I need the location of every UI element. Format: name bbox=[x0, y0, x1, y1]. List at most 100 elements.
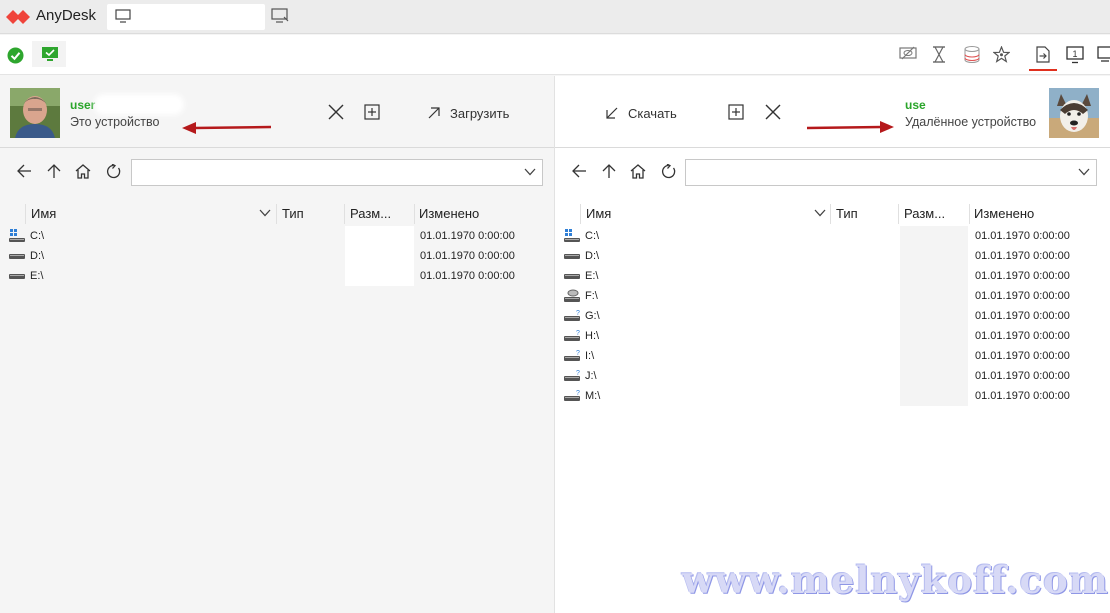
display-number: 1 bbox=[1072, 49, 1077, 59]
file-name: H:\ bbox=[585, 330, 600, 342]
monitor-icon bbox=[115, 9, 131, 23]
remote-file-list: C:\ 01.01.1970 0:00:00 D:\ 01.01.1970 0:00:… bbox=[555, 226, 1110, 406]
chevron-down-icon[interactable] bbox=[524, 168, 536, 176]
home-icon[interactable] bbox=[630, 164, 646, 179]
file-modified: 01.01.1970 0:00:00 bbox=[975, 310, 1070, 322]
column-type[interactable]: Тип bbox=[282, 206, 304, 221]
local-path-input[interactable] bbox=[131, 159, 543, 186]
local-nav-bar bbox=[0, 158, 554, 188]
new-folder-icon[interactable] bbox=[728, 104, 744, 120]
file-modified: 01.01.1970 0:00:00 bbox=[975, 350, 1070, 362]
svg-text:?: ? bbox=[576, 330, 580, 337]
file-name: J:\ bbox=[585, 370, 597, 382]
display-icon[interactable] bbox=[1097, 46, 1110, 62]
close-icon[interactable] bbox=[328, 104, 344, 120]
local-pane: user Это устройство Загрузить Имя Тип Ра… bbox=[0, 76, 554, 613]
file-transfer-icon[interactable] bbox=[1035, 46, 1051, 63]
file-modified: 01.01.1970 0:00:00 bbox=[420, 230, 515, 242]
file-row[interactable]: F:\ 01.01.1970 0:00:00 bbox=[555, 286, 1110, 306]
local-device-label: Это устройство bbox=[70, 115, 160, 129]
remote-device-name: use bbox=[905, 98, 926, 112]
file-row[interactable]: ? H:\ 01.01.1970 0:00:00 bbox=[555, 326, 1110, 346]
chevron-down-icon[interactable] bbox=[814, 209, 826, 217]
hide-privacy-icon[interactable] bbox=[899, 46, 917, 62]
file-modified: 01.01.1970 0:00:00 bbox=[975, 330, 1070, 342]
svg-text:?: ? bbox=[576, 350, 580, 357]
file-row[interactable]: E:\ 01.01.1970 0:00:00 bbox=[0, 266, 554, 286]
cd-drive-icon bbox=[564, 289, 580, 302]
app-title: AnyDesk bbox=[36, 7, 97, 24]
local-file-list: C:\ 01.01.1970 0:00:00 D:\ 01.01.1970 0:00:… bbox=[0, 226, 554, 286]
column-size[interactable]: Разм... bbox=[904, 206, 945, 221]
session-tab[interactable] bbox=[107, 4, 265, 30]
file-name: E:\ bbox=[30, 270, 44, 282]
file-row[interactable]: ? M:\ 01.01.1970 0:00:00 bbox=[555, 386, 1110, 406]
upload-icon[interactable] bbox=[427, 106, 441, 120]
file-name: F:\ bbox=[585, 290, 598, 302]
column-name[interactable]: Имя bbox=[586, 206, 611, 221]
annotation-arrow-icon bbox=[806, 121, 894, 133]
file-row[interactable]: D:\ 01.01.1970 0:00:00 bbox=[555, 246, 1110, 266]
hard-drive-icon bbox=[564, 274, 580, 279]
active-tool-indicator bbox=[1029, 69, 1057, 71]
column-modified[interactable]: Изменено bbox=[419, 206, 479, 221]
upload-button[interactable]: Загрузить bbox=[450, 106, 509, 121]
local-device-header: user Это устройство Загрузить bbox=[0, 76, 554, 148]
refresh-icon[interactable] bbox=[661, 164, 676, 179]
column-type[interactable]: Тип bbox=[836, 206, 858, 221]
file-modified: 01.01.1970 0:00:00 bbox=[420, 250, 515, 262]
new-folder-icon[interactable] bbox=[364, 104, 380, 120]
file-row[interactable]: ? J:\ 01.01.1970 0:00:00 bbox=[555, 366, 1110, 386]
annotation-arrow-icon bbox=[182, 122, 272, 134]
refresh-icon[interactable] bbox=[106, 164, 121, 179]
home-icon[interactable] bbox=[75, 164, 91, 179]
chevron-down-icon[interactable] bbox=[259, 209, 271, 217]
file-modified: 01.01.1970 0:00:00 bbox=[420, 270, 515, 282]
file-modified: 01.01.1970 0:00:00 bbox=[975, 270, 1070, 282]
local-device-name: user bbox=[70, 98, 96, 112]
remote-screen-button[interactable] bbox=[32, 41, 66, 67]
column-size[interactable]: Разм... bbox=[350, 206, 391, 221]
remote-path-input[interactable] bbox=[685, 159, 1097, 186]
file-modified: 01.01.1970 0:00:00 bbox=[975, 370, 1070, 382]
file-row[interactable]: ? G:\ 01.01.1970 0:00:00 bbox=[555, 306, 1110, 326]
back-arrow-icon[interactable] bbox=[572, 164, 587, 178]
download-icon[interactable] bbox=[605, 106, 619, 120]
file-modified: 01.01.1970 0:00:00 bbox=[975, 290, 1070, 302]
chevron-down-icon[interactable] bbox=[1078, 168, 1090, 176]
anydesk-logo-icon bbox=[6, 10, 30, 24]
title-bar: AnyDesk bbox=[0, 0, 1110, 34]
up-arrow-icon[interactable] bbox=[47, 164, 61, 179]
new-tab-monitor-icon[interactable] bbox=[271, 8, 289, 24]
file-row[interactable]: E:\ 01.01.1970 0:00:00 bbox=[555, 266, 1110, 286]
file-row[interactable]: ? I:\ 01.01.1970 0:00:00 bbox=[555, 346, 1110, 366]
windows-drive-icon bbox=[564, 229, 580, 242]
monitor-green-icon bbox=[42, 47, 58, 61]
column-modified[interactable]: Изменено bbox=[974, 206, 1034, 221]
file-modified: 01.01.1970 0:00:00 bbox=[975, 230, 1070, 242]
database-icon[interactable] bbox=[964, 46, 980, 63]
hourglass-icon[interactable] bbox=[932, 46, 946, 63]
display-1-icon[interactable]: 1 bbox=[1066, 46, 1084, 64]
back-arrow-icon[interactable] bbox=[17, 164, 32, 178]
unknown-drive-icon: ? bbox=[564, 330, 580, 341]
file-name: C:\ bbox=[30, 230, 45, 242]
file-name: D:\ bbox=[30, 250, 45, 262]
up-arrow-icon[interactable] bbox=[602, 164, 616, 179]
file-row[interactable]: C:\ 01.01.1970 0:00:00 bbox=[555, 226, 1110, 246]
download-button[interactable]: Скачать bbox=[628, 106, 677, 121]
svg-text:?: ? bbox=[576, 310, 580, 317]
unknown-drive-icon: ? bbox=[564, 370, 580, 381]
file-name: G:\ bbox=[585, 310, 600, 322]
close-icon[interactable] bbox=[765, 104, 781, 120]
hard-drive-icon bbox=[9, 254, 25, 259]
file-row[interactable]: C:\ 01.01.1970 0:00:00 bbox=[0, 226, 554, 246]
local-avatar bbox=[10, 88, 60, 138]
file-row[interactable]: D:\ 01.01.1970 0:00:00 bbox=[0, 246, 554, 266]
local-table-header: Имя Тип Разм... Изменено bbox=[0, 204, 554, 224]
file-name: D:\ bbox=[585, 250, 600, 262]
watermark: www.melnykoff.com bbox=[682, 558, 1109, 602]
column-name[interactable]: Имя bbox=[31, 206, 56, 221]
favorite-star-icon[interactable] bbox=[993, 46, 1010, 63]
session-toolbar: 1 bbox=[0, 35, 1110, 75]
